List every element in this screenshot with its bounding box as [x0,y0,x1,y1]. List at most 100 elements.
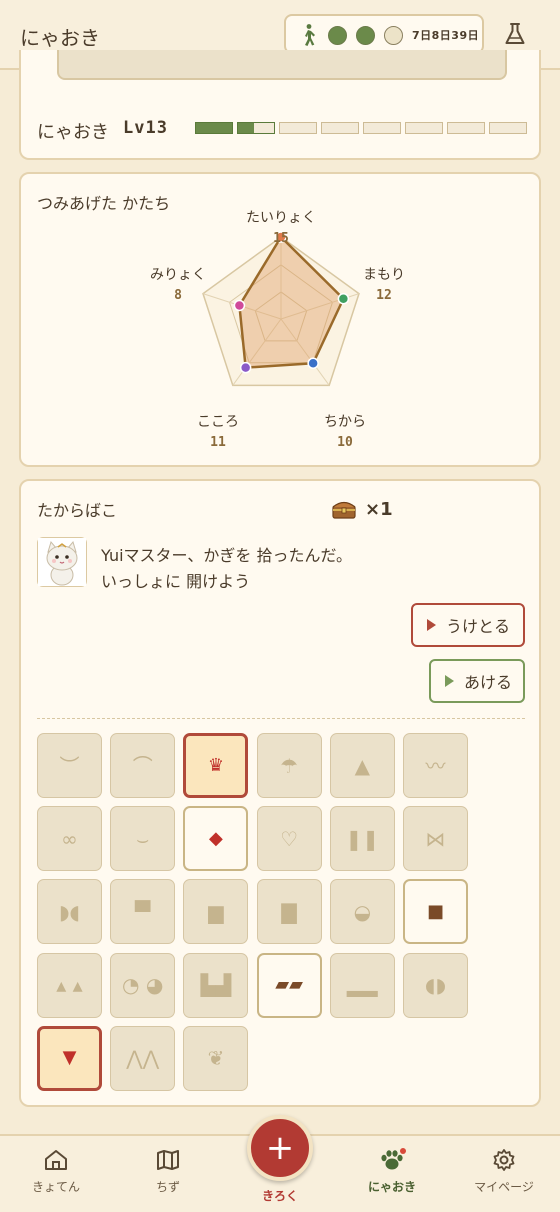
brown-jacket-icon: ■ [426,900,444,922]
radar-value: 12 [376,288,392,303]
item-slot[interactable]: ◗◖ [37,879,102,945]
item-slot[interactable]: ▰▰ [256,952,322,1018]
item-slot[interactable]: ■ [403,879,468,945]
paw-icon [381,1148,406,1170]
item-slot[interactable]: ◖◗ [403,952,468,1018]
level-progress-segment [363,122,401,134]
vest-icon: ▆ [208,899,224,924]
level-progress-segment [195,122,233,134]
item-slot[interactable]: ▇ [256,879,322,945]
stats-radar-chart: たいりょく 15 まもり 12 ちから 10 こころ 11 みりょく 8 [150,210,405,450]
radar-value: 15 [273,231,289,246]
nav-label-mypage: マイページ [474,1180,534,1194]
open-button[interactable]: あける [429,659,525,703]
item-slot[interactable]: ⌒ [110,733,176,798]
item-slot[interactable]: 〰 [403,733,468,798]
item-slot[interactable]: ▙▟ [183,952,249,1018]
flask-icon[interactable] [504,22,526,46]
collar-icon: ❚❚ [345,826,380,851]
home-icon [45,1150,67,1170]
bow-icon: ⋈ [425,826,446,851]
item-slot[interactable]: ❚❚ [329,806,395,872]
radar-point [239,361,252,374]
item-slot[interactable]: ▀ [110,879,176,945]
radar-label: たいりょく [246,210,316,226]
radar-value: 10 [337,435,353,450]
cat-message-line-1: Yuiマスター、かぎを 拾ったんだ。 [101,546,352,565]
divider [37,718,525,719]
radar-label: みりょく [150,267,206,283]
red-scarf-icon: ◆ [208,827,223,849]
level-progress-segment [321,122,359,134]
boots-icon: ▙▟ [200,973,232,998]
status-dot-3 [384,26,403,45]
radar-label: こころ [197,414,239,430]
item-slot[interactable]: ︶ [37,733,102,798]
red-cape-icon: ▼ [62,1047,77,1069]
open-button-label: あける [464,673,513,692]
receive-button-label: うけとる [446,617,511,636]
walk-status-panel[interactable]: 7日8日39日 [284,14,484,54]
level-progress-segment [447,122,485,134]
nav-item-nyaoki[interactable]: にゃおき [342,1148,442,1195]
walking-person-icon [305,24,315,46]
cat-message-line-2: いっしょに 開けよう [101,572,251,591]
cat-avatar [37,537,87,587]
play-arrow-icon [445,675,454,687]
item-slot[interactable]: ◒ [329,879,395,945]
nav-item-base[interactable]: きょてん [6,1148,106,1195]
brown-shoes-icon: ▰▰ [275,974,303,996]
item-slot[interactable]: ☂ [256,733,322,798]
angel-wings-icon: ❦ [207,1046,225,1071]
stats-card: つみあげた かたち たいりょく 15 まもり 12 ちから 10 こころ 11 みりょく 8 [19,172,541,467]
paws-icon: ◖◗ [424,973,447,998]
record-button[interactable]: + [247,1115,313,1181]
nav-item-mypage[interactable]: マイページ [454,1148,554,1195]
map-icon [157,1150,179,1170]
item-slot[interactable]: ▲ [329,733,395,798]
dress-icon: ▇ [281,899,297,924]
receive-button[interactable]: うけとる [411,603,525,647]
plus-icon: + [265,1128,295,1168]
item-slot[interactable]: ◆ [183,806,249,872]
radar-point [307,357,319,369]
status-dot-1 [328,26,347,45]
walk-time: 7日8日39日 [412,29,480,42]
level-label: Lv13 [123,118,168,138]
item-slot[interactable]: ▼ [37,1025,102,1091]
status-dot-2 [356,26,375,45]
cat-face-icon [38,538,86,586]
item-slot[interactable]: ▴ ▴ [37,952,102,1018]
item-slot[interactable]: ❦ [183,1025,249,1091]
leaf-pair-icon: ◗◖ [58,899,81,924]
glasses-icon: ∞ [61,826,78,851]
radar-value: 8 [174,288,182,303]
witch-hat-icon: ▲ [354,753,370,778]
sandals-icon: ▂▂ [346,973,378,998]
gear-icon [493,1149,515,1171]
item-slot[interactable]: ▆ [183,879,249,945]
item-slot[interactable]: ◔ ◕ [110,952,176,1018]
item-slot[interactable]: ▂▂ [329,952,395,1018]
item-slot[interactable]: ⋈ [403,806,468,872]
cat-message: Yuiマスター、かぎを 拾ったんだ。 いっしょに 開けよう [101,543,352,595]
level-progress-segment [237,122,275,134]
nav-item-map[interactable]: ちず [118,1148,218,1195]
item-slot[interactable]: ∞ [37,806,102,872]
shirt-icon: ▀ [134,899,151,924]
pendant-icon: ♡ [280,826,299,851]
treasure-count: ×1 [365,499,393,520]
notification-dot [400,1148,406,1154]
necklace-icon: ⌣ [136,826,150,851]
treasure-chest-icon [332,501,356,519]
bat-wings-icon: ⋀⋀ [126,1046,160,1071]
item-slot[interactable]: ♛ [183,733,249,798]
play-arrow-icon [427,619,436,631]
item-slot[interactable]: ⋀⋀ [110,1025,176,1091]
item-slot[interactable]: ♡ [256,806,322,872]
item-slot[interactable]: ⌣ [110,806,176,872]
character-name: にゃおき [37,122,109,143]
nav-label-base: きょてん [31,1180,80,1194]
tiara-icon: ♛ [207,754,224,776]
cape-icon: ◒ [353,899,372,924]
